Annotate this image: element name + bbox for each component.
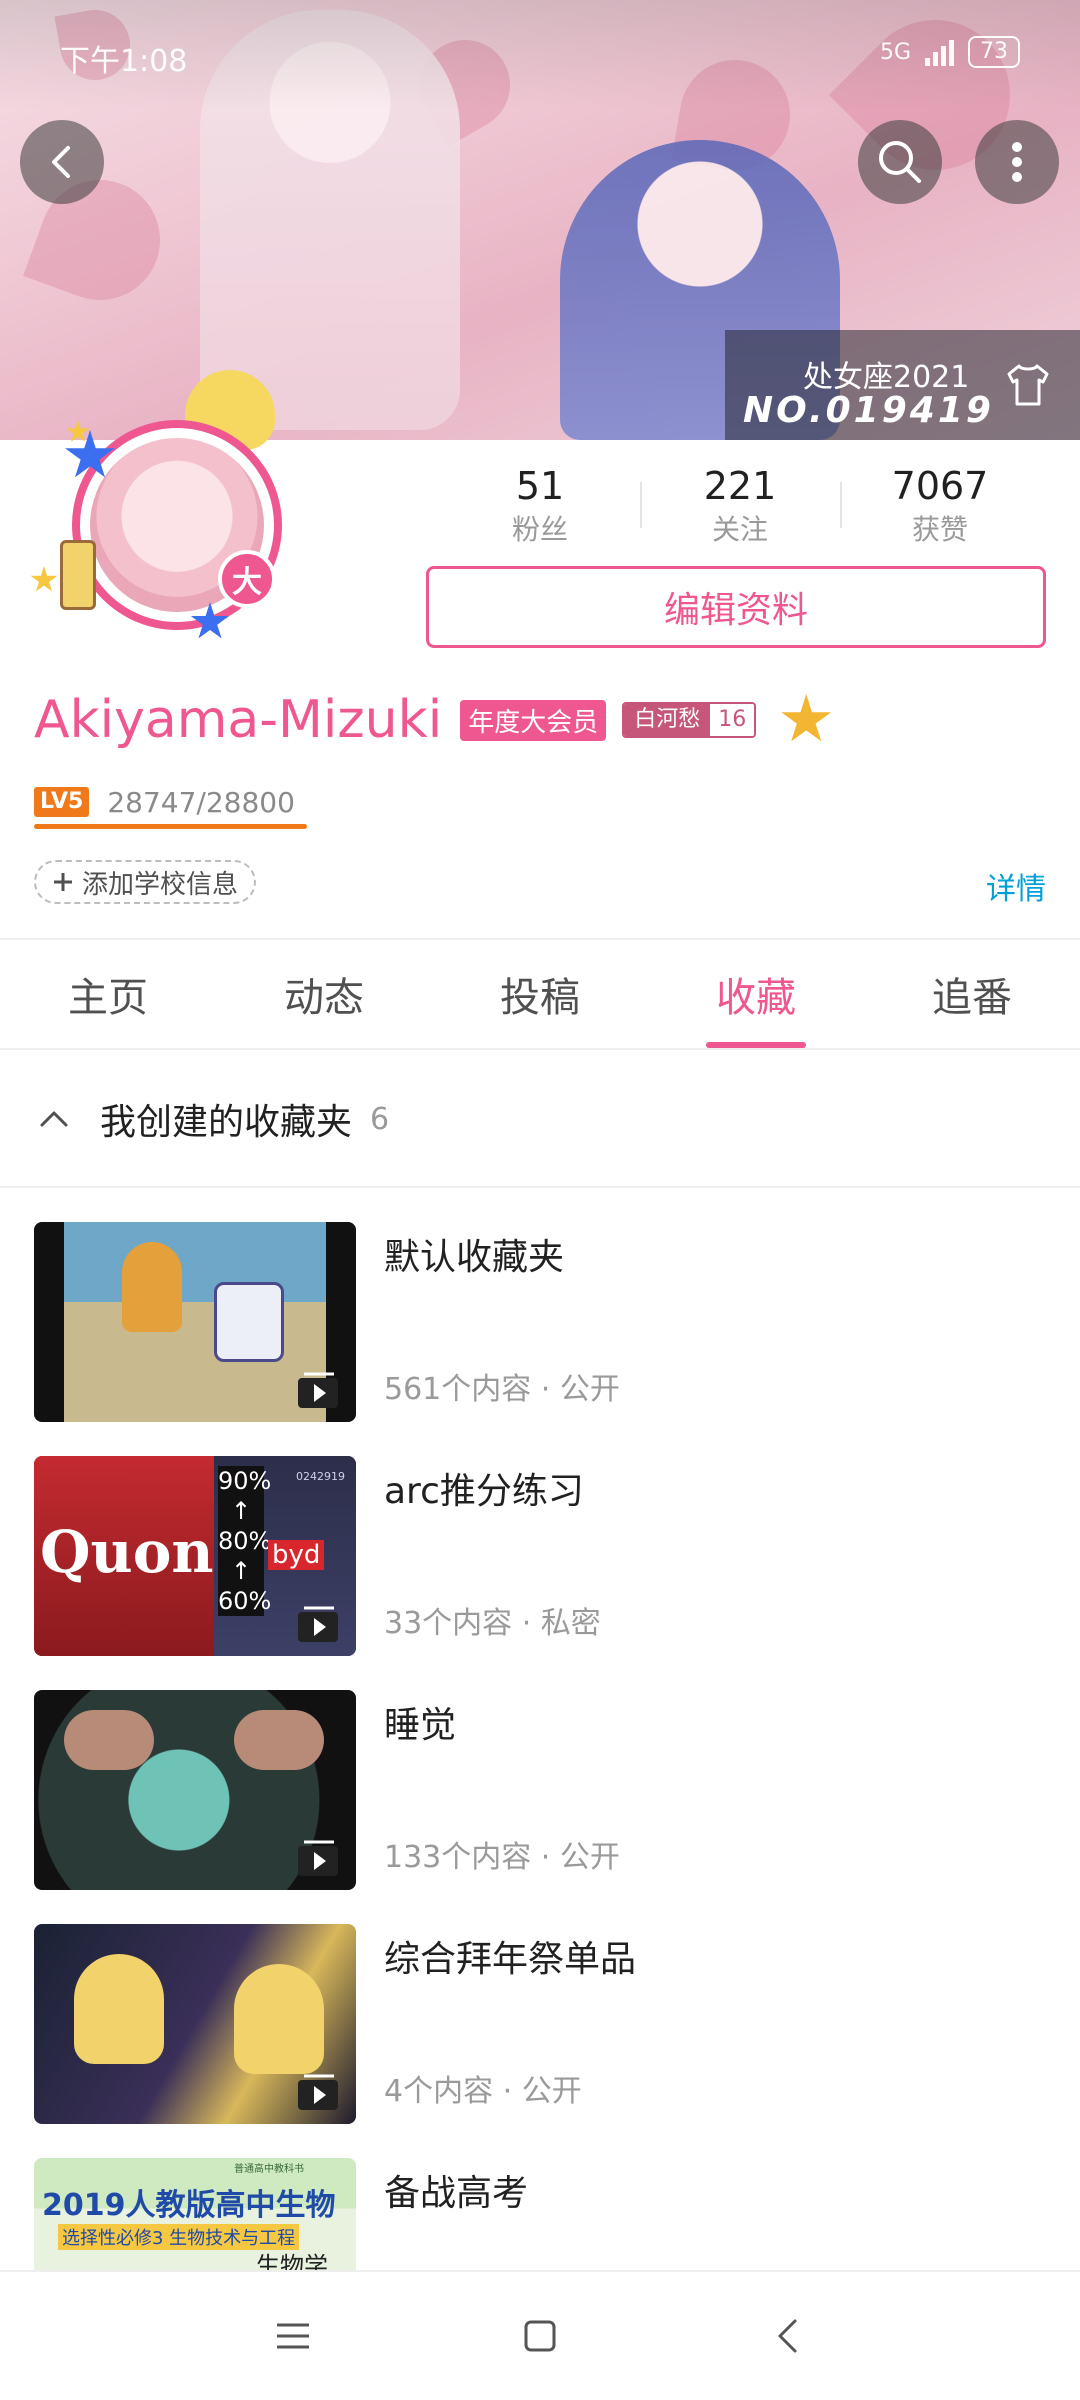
folder-meta: 4个内容 · 公开 bbox=[384, 2074, 582, 2109]
fan-medal[interactable]: 白河愁 16 bbox=[622, 702, 757, 738]
bottle-decoration-icon bbox=[60, 540, 96, 610]
tab-favorites[interactable]: 收藏 bbox=[648, 940, 864, 1048]
network-label: 5G bbox=[879, 39, 911, 65]
plus-icon bbox=[54, 873, 72, 891]
profile-tabs: 主页 动态 投稿 收藏 追番 bbox=[0, 940, 1080, 1050]
folder-meta: 561个内容 · 公开 bbox=[384, 1372, 620, 1407]
menu-icon bbox=[277, 2323, 310, 2349]
folder-item[interactable]: 普通高中教科书 2019人教版高中生物 选择性必修3 生物技术与工程 生物学 备… bbox=[34, 2158, 1046, 2270]
folder-item[interactable]: 睡觉 133个内容 · 公开 bbox=[34, 1690, 1046, 1890]
signal-icon bbox=[925, 38, 954, 66]
tab-uploads[interactable]: 投稿 bbox=[432, 940, 648, 1048]
stat-following[interactable]: 221 关注 bbox=[640, 460, 840, 550]
thumb-title-text: 2019人教版高中生物 bbox=[42, 2188, 336, 2223]
stat-value: 51 bbox=[515, 464, 565, 508]
status-bar: 下午1:08 5G 73 bbox=[0, 0, 1080, 110]
search-button[interactable] bbox=[858, 120, 942, 204]
stat-label: 获赞 bbox=[911, 513, 968, 546]
stat-followers[interactable]: 51 粉丝 bbox=[440, 460, 640, 550]
thumb-arrow-text: ↑ bbox=[230, 1497, 252, 1525]
folder-name: arc推分练习 bbox=[384, 1471, 584, 1512]
vip-badge[interactable]: 年度大会员 bbox=[460, 699, 607, 741]
folder-name: 综合拜年祭单品 bbox=[384, 1939, 637, 1980]
profile-stats: 51 粉丝 221 关注 7067 获赞 bbox=[440, 460, 1040, 550]
system-navigation-bar bbox=[0, 2272, 1080, 2400]
playlist-icon bbox=[298, 2074, 338, 2110]
folder-thumbnail bbox=[34, 1690, 356, 1890]
folder-meta: 33个内容 · 私密 bbox=[384, 1606, 601, 1641]
level-row: LV5 28747/28800 bbox=[34, 782, 295, 822]
folder-item[interactable]: 默认收藏夹 561个内容 · 公开 bbox=[34, 1222, 1046, 1422]
home-square-icon bbox=[524, 2320, 556, 2352]
folder-name: 默认收藏夹 bbox=[384, 1237, 565, 1278]
search-icon bbox=[879, 141, 921, 183]
folder-item[interactable]: Quon 90% ↑ 80% ↑ 60% byd 0242919 arc推分练习… bbox=[34, 1456, 1046, 1656]
thumb-top-text: 普通高中教科书 bbox=[234, 2164, 304, 2175]
back-button[interactable] bbox=[20, 120, 104, 204]
folders-title: 我创建的收藏夹 bbox=[100, 1102, 353, 1143]
playlist-icon bbox=[298, 1372, 338, 1408]
outfit-icon[interactable] bbox=[1003, 360, 1053, 410]
serial-number: NO.019419 bbox=[743, 390, 994, 431]
folder-thumbnail: 普通高中教科书 2019人教版高中生物 选择性必修3 生物技术与工程 生物学 bbox=[34, 2158, 356, 2270]
fan-medal-level: 16 bbox=[710, 704, 755, 736]
stat-value: 7067 bbox=[891, 464, 989, 508]
folder-thumbnail: Quon 90% ↑ 80% ↑ 60% byd 0242919 bbox=[34, 1456, 356, 1656]
playlist-icon bbox=[298, 1606, 338, 1642]
playlist-icon bbox=[298, 1840, 338, 1876]
exp-progress-bar bbox=[34, 824, 307, 829]
tab-home[interactable]: 主页 bbox=[0, 940, 216, 1048]
exp-text: 28747/28800 bbox=[107, 785, 295, 819]
stat-label: 粉丝 bbox=[511, 513, 568, 546]
folder-name: 备战高考 bbox=[384, 2173, 529, 2214]
add-school-label: 添加学校信息 bbox=[82, 869, 239, 900]
battery-icon: 73 bbox=[968, 36, 1020, 68]
more-button[interactable] bbox=[975, 120, 1059, 204]
folders-count: 6 bbox=[370, 1101, 390, 1137]
big-member-badge: 大 bbox=[218, 550, 276, 608]
folder-name: 睡觉 bbox=[384, 1705, 457, 1746]
created-folders-header[interactable]: 我创建的收藏夹 6 bbox=[0, 1052, 1080, 1188]
name-row: Akiyama-Mizuki 年度大会员 白河愁 16 bbox=[34, 690, 832, 750]
back-arrow-icon bbox=[52, 146, 70, 178]
star-decoration-icon bbox=[30, 566, 58, 592]
stat-value: 221 bbox=[703, 464, 777, 508]
thumb-subject-text: 生物学 bbox=[256, 2252, 328, 2270]
more-vertical-icon bbox=[1012, 142, 1022, 182]
tab-dynamics[interactable]: 动态 bbox=[216, 940, 432, 1048]
thumb-tag-text: byd bbox=[268, 1540, 325, 1570]
folder-thumbnail bbox=[34, 1222, 356, 1422]
thumb-percent-text: 80% bbox=[218, 1527, 272, 1555]
nav-back-button[interactable] bbox=[757, 2306, 817, 2366]
stat-likes[interactable]: 7067 获赞 bbox=[840, 460, 1040, 550]
edit-profile-button[interactable]: 编辑资料 bbox=[426, 566, 1046, 648]
thumb-percent-text: 60% bbox=[218, 1587, 272, 1615]
username: Akiyama-Mizuki bbox=[34, 690, 443, 750]
thumb-percent-text: 90% bbox=[218, 1467, 272, 1495]
folder-thumbnail bbox=[34, 1924, 356, 2124]
chevron-up-icon bbox=[40, 1111, 68, 1127]
status-time: 下午1:08 bbox=[60, 44, 188, 79]
nav-home-button[interactable] bbox=[510, 2306, 570, 2366]
folder-item[interactable]: 综合拜年祭单品 4个内容 · 公开 bbox=[34, 1924, 1046, 2124]
nav-menu-button[interactable] bbox=[263, 2306, 323, 2366]
level-badge: LV5 bbox=[34, 787, 90, 817]
stat-label: 关注 bbox=[711, 513, 768, 546]
thumb-arrow-text: ↑ bbox=[230, 1557, 252, 1585]
honor-star-icon[interactable] bbox=[781, 694, 832, 742]
add-school-button[interactable]: 添加学校信息 bbox=[34, 860, 257, 904]
thumb-code-text: 0242919 bbox=[296, 1470, 345, 1483]
thumb-brand-text: Quon bbox=[40, 1518, 214, 1586]
fan-medal-name: 白河愁 bbox=[624, 704, 711, 736]
back-chevron-icon bbox=[778, 2319, 797, 2353]
folder-meta: 133个内容 · 公开 bbox=[384, 1840, 620, 1875]
tab-bangumi[interactable]: 追番 bbox=[864, 940, 1080, 1048]
digital-card-badge[interactable]: 处女座2021 NO.019419 bbox=[725, 330, 1080, 440]
details-link[interactable]: 详情 bbox=[986, 864, 1046, 908]
